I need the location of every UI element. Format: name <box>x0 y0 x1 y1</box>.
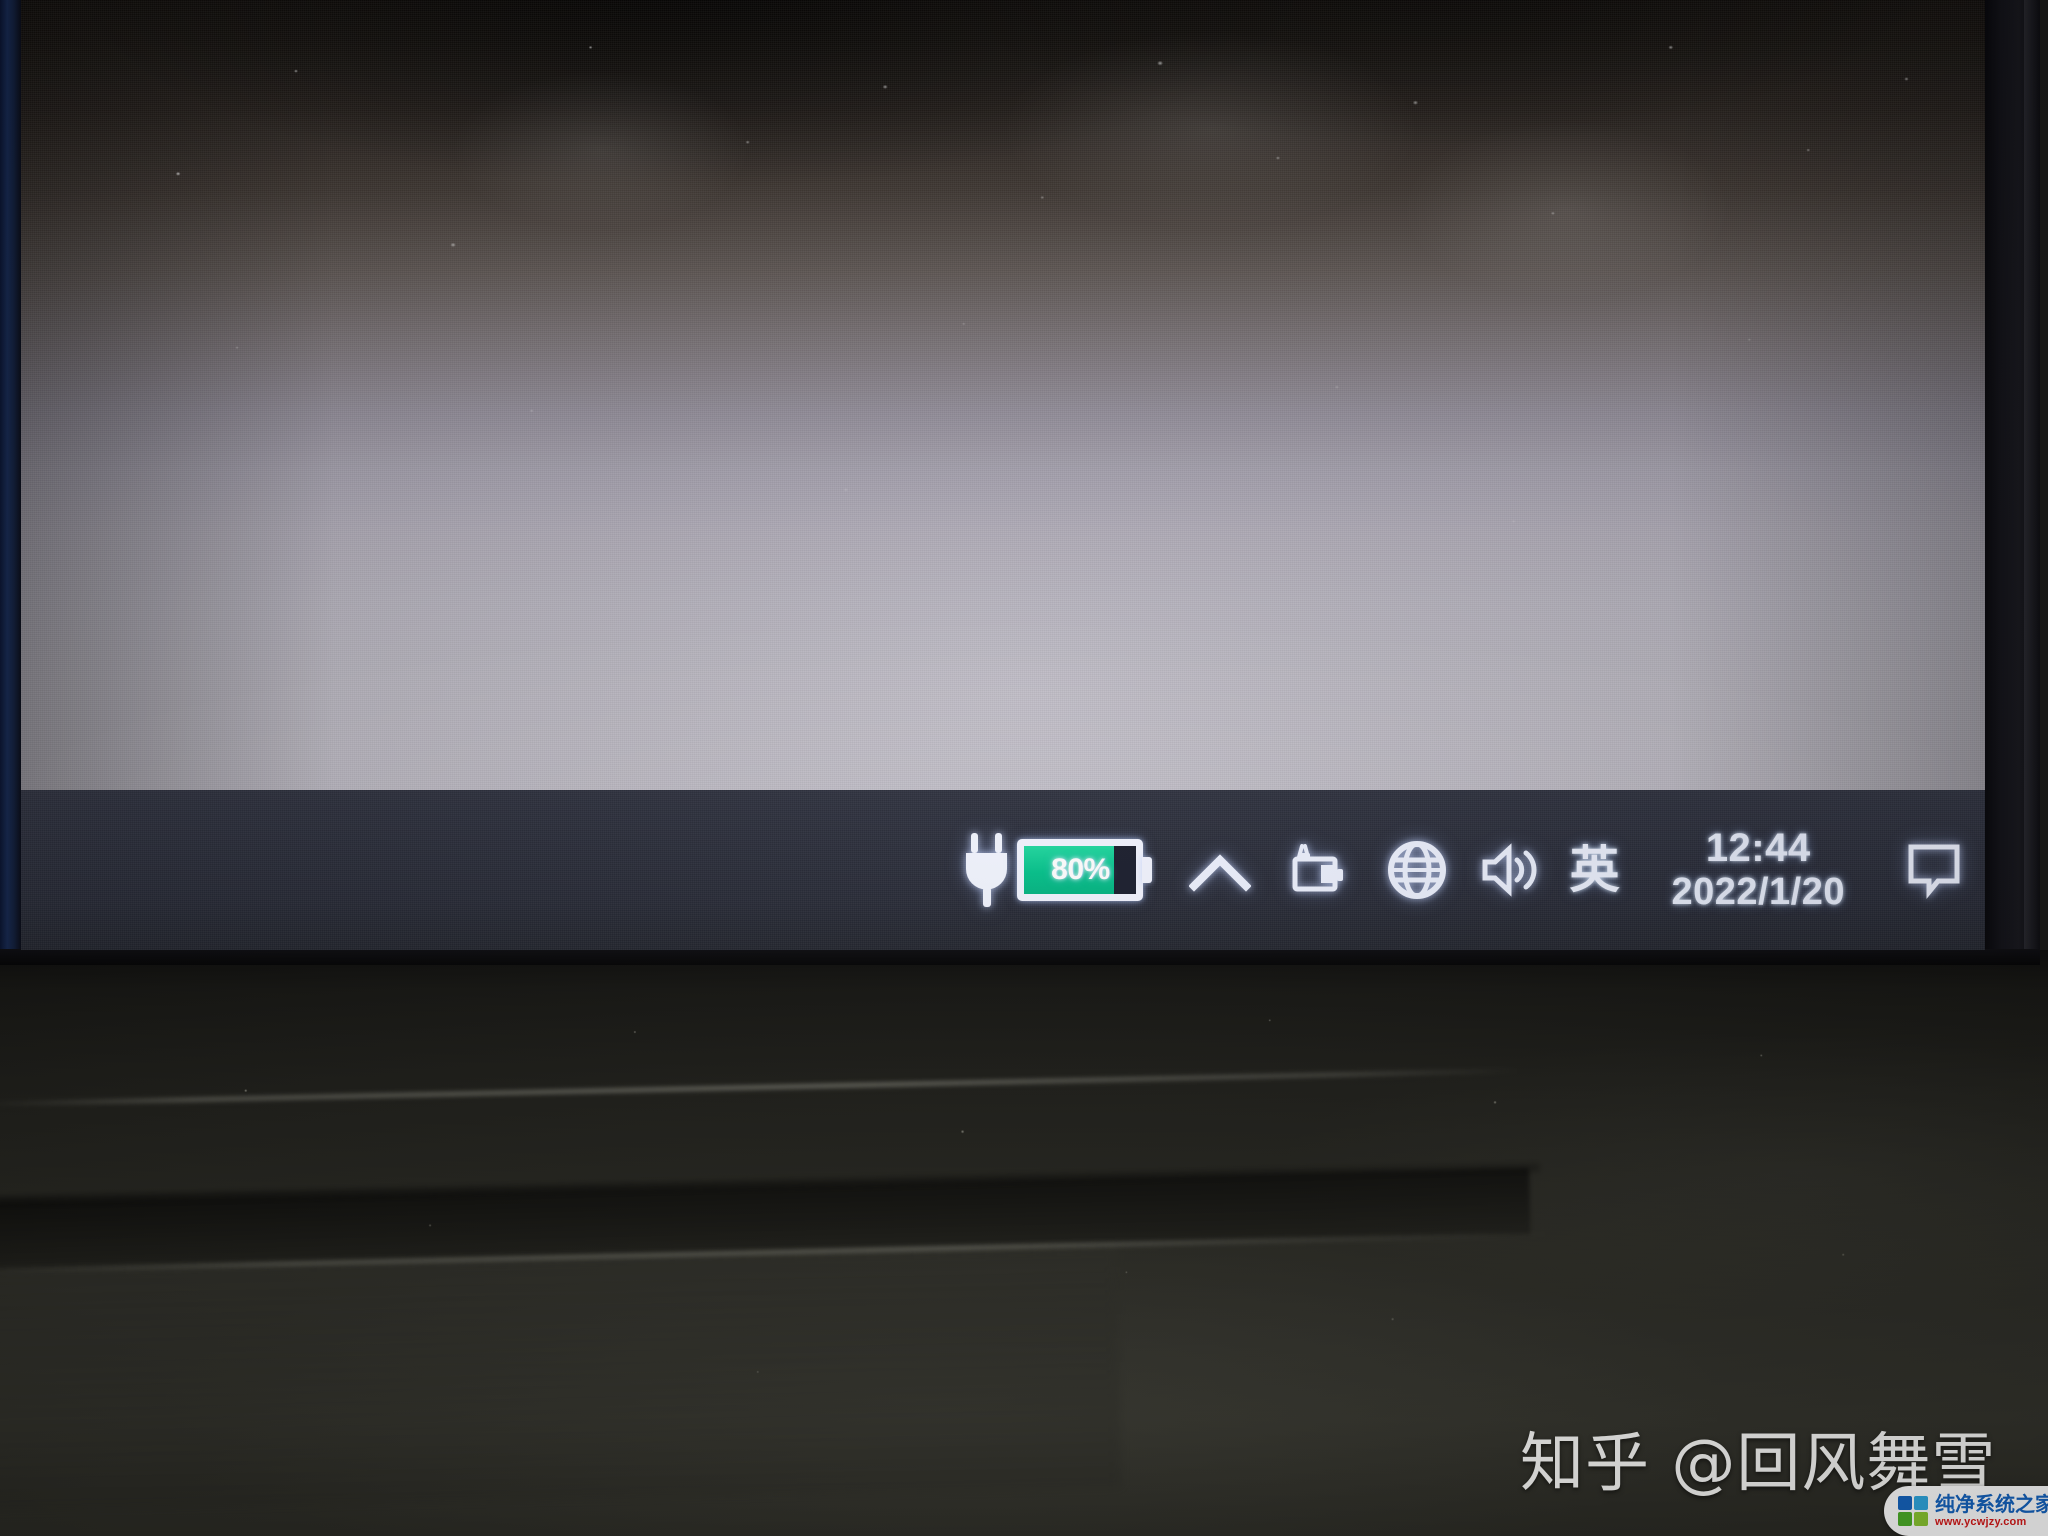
volume-speaker-icon <box>1482 843 1537 897</box>
battery-tray-icon <box>1292 844 1344 892</box>
volume-item[interactable] <box>1449 790 1541 950</box>
ime-item[interactable]: 英 <box>1541 790 1619 950</box>
network-globe-icon <box>1388 841 1447 899</box>
bezel-bottom-edge <box>0 949 2040 965</box>
taskbar-clock[interactable]: 12:44 2022/1/20 <box>1671 826 1845 913</box>
action-center-icon <box>1908 844 1960 899</box>
battery-terminal-nub <box>1142 857 1153 883</box>
clock-time: 12:44 <box>1705 826 1811 871</box>
laptop-screen: 80% 英 12:44 2022/1/20 <box>21 0 1985 950</box>
site-watermark-text: 纯净系统之家 www.ycwjzy.com <box>1935 1494 2048 1528</box>
power-plug-item[interactable] <box>959 790 1015 950</box>
windows-taskbar[interactable]: 80% 英 12:44 2022/1/20 <box>21 790 1985 950</box>
clock-date: 2022/1/20 <box>1671 871 1845 914</box>
ime-indicator-label: 英 <box>1569 841 1620 899</box>
battery-tray-item[interactable] <box>1251 790 1351 950</box>
battery-percentage[interactable]: 80% <box>1017 838 1155 902</box>
battery-shell: 80% <box>1017 839 1153 901</box>
power-plug-icon <box>966 833 1008 907</box>
action-center-item[interactable] <box>1845 790 1963 950</box>
system-tray: 80% 英 12:44 2022/1/20 <box>959 790 1985 950</box>
show-hidden-icons-item[interactable] <box>1155 790 1252 950</box>
chevron-up-icon <box>1189 854 1252 892</box>
battery-percentage-item[interactable]: 80% <box>1015 790 1155 950</box>
clock-item[interactable]: 12:44 2022/1/20 <box>1619 790 1845 950</box>
bezel-right-highlight <box>2024 0 2040 964</box>
site-watermark-badge: 纯净系统之家 www.ycwjzy.com <box>1884 1486 2048 1536</box>
desktop-wallpaper[interactable] <box>21 0 1985 790</box>
site-logo-icon <box>1898 1496 1928 1526</box>
site-name-label: 纯净系统之家 <box>1935 1492 2048 1516</box>
battery-percentage-label: 80% <box>1051 853 1110 886</box>
photo-root: 80% 英 12:44 2022/1/20 知乎 @回风舞雪 纯净系统之家 ww… <box>0 0 2048 1536</box>
network-item[interactable] <box>1351 790 1449 950</box>
hinge-seam-top <box>0 1068 1520 1107</box>
site-url-label: www.ycwjzy.com <box>1935 1516 2027 1528</box>
bezel-left <box>0 0 21 955</box>
keyboard-area <box>0 1247 1123 1513</box>
